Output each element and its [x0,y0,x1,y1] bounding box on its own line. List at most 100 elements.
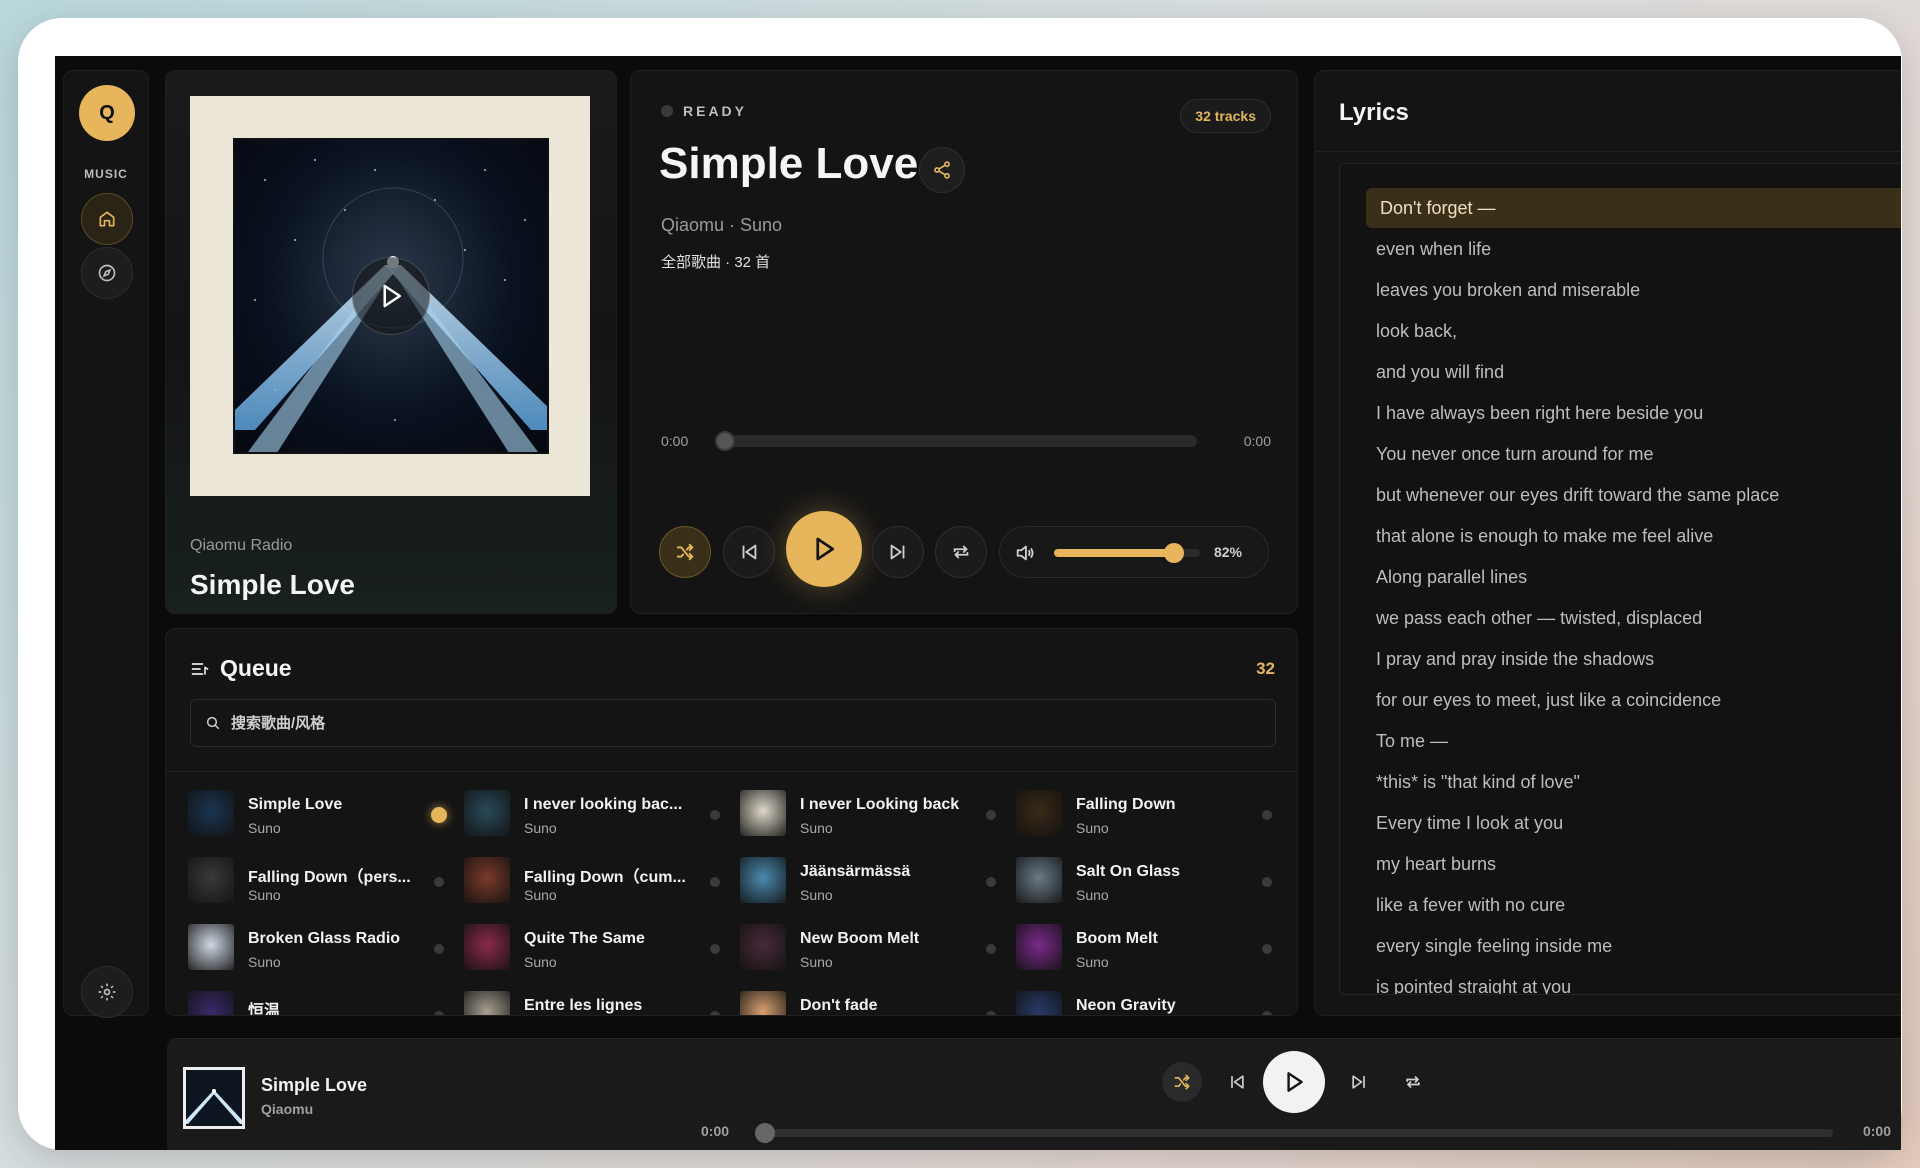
queue-item[interactable]: Falling Down Suno [1016,784,1282,840]
queue-item[interactable]: Entre les lignesSuno [464,985,730,1015]
queue-item-dot [986,944,996,954]
next-button[interactable] [872,526,924,578]
lyrics-panel: Lyrics Don't forget — even when life leave… [1314,70,1901,1016]
queue-item[interactable]: Quite The Same Suno [464,918,730,974]
compass-icon [98,264,116,282]
lyric-line[interactable]: and you will find [1376,362,1504,383]
queue-item-title: Boom Melt [1076,930,1158,947]
lyric-line[interactable]: like a fever with no cure [1376,895,1565,916]
lyric-line-active[interactable]: Don't forget — [1366,188,1901,228]
lyric-line[interactable]: You never once turn around for me [1376,444,1654,465]
queue-item[interactable]: Broken Glass Radio Suno [188,918,454,974]
mini-player-title: Simple Love [261,1075,368,1095]
lyric-line[interactable]: look back, [1376,321,1457,342]
lyric-line[interactable]: even when life [1376,239,1491,260]
queue-item-artwork [464,857,510,903]
queue-item-dot [434,1011,444,1015]
share-button[interactable] [919,147,965,193]
queue-item-artist: Suno [524,887,557,903]
lyric-line[interactable]: for our eyes to meet, just like a coinci… [1376,690,1721,711]
cover-play-button[interactable] [352,257,430,335]
mini-player-artist: Qiaomu [261,1101,314,1117]
shuffle-icon [676,543,694,561]
lyric-line[interactable]: I pray and pray inside the shadows [1376,649,1654,670]
queue-item[interactable]: New Boom Melt Suno [740,918,1006,974]
lyric-line[interactable]: we pass each other — twisted, displaced [1376,608,1702,629]
volume-percent: 82% [1213,544,1242,560]
status-dot [661,105,673,117]
search-input[interactable] [231,714,1131,732]
lyric-line[interactable]: is pointed straight at you [1376,977,1571,994]
lyric-line[interactable]: every single feeling inside me [1376,936,1612,957]
queue-item[interactable]: I never Looking back Suno [740,784,1006,840]
lyric-line[interactable]: I have always been right here beside you [1376,403,1703,424]
queue-item[interactable]: I never looking bac... Suno [464,784,730,840]
settings-button[interactable] [81,966,133,1018]
queue-item[interactable]: Boom Melt Suno [1016,918,1282,974]
volume-knob[interactable] [1164,543,1184,563]
volume-icon[interactable] [1014,542,1036,564]
queue-item-title: Simple Love [248,796,343,813]
mini-next-button[interactable] [1339,1062,1379,1102]
queue-item-dot [434,944,444,954]
queue-divider [166,771,1297,772]
play-icon [1287,1072,1303,1092]
queue-item-artwork [188,857,234,903]
queue-item-artwork [1016,857,1062,903]
lyric-line[interactable]: To me — [1376,731,1448,752]
mini-player-artwork[interactable] [183,1067,245,1129]
gear-icon [98,983,116,1001]
now-playing-cover-panel: Qiaomu Radio Simple Love [165,70,617,614]
lyric-line[interactable]: but whenever our eyes drift toward the s… [1376,485,1779,506]
shuffle-button[interactable] [659,526,711,578]
mini-shuffle-button[interactable] [1162,1062,1202,1102]
nav-home-button[interactable] [81,193,133,245]
queue-item[interactable]: 恒温Suno [188,985,454,1016]
queue-item-artist: Suno [248,954,281,970]
queue-item[interactable]: Don't fadeSuno [740,985,1006,1015]
repeat-icon [1406,1076,1420,1088]
progress-knob[interactable] [715,431,735,451]
queue-item-title: I never looking bac... [524,796,683,813]
lyric-line[interactable]: that alone is enough to make me feel ali… [1376,526,1713,547]
queue-item-title: Entre les lignes [524,997,643,1014]
lyric-line[interactable]: *this* is "that kind of love" [1376,772,1580,793]
queue-item-title: New Boom Melt [800,930,920,947]
mini-play-button[interactable] [1263,1051,1325,1113]
queue-item-title: 恒温 [248,1003,281,1016]
play-button[interactable] [786,511,862,587]
queue-item-artwork [1016,924,1062,970]
logo-label: MUSIC [84,167,128,181]
time-current: 0:00 [661,433,689,449]
queue-item[interactable]: Simple Love Suno [188,784,454,840]
track-artist: Qiaomu · Suno [661,215,783,235]
app-logo[interactable]: Q [79,85,135,141]
queue-item-artwork [1016,991,1062,1015]
queue-item[interactable]: Neon GravitySuno [1016,985,1282,1015]
mini-repeat-button[interactable] [1393,1062,1433,1102]
mini-previous-button[interactable] [1217,1062,1257,1102]
progress-bar[interactable] [725,435,1197,447]
lyric-line[interactable]: my heart burns [1376,854,1496,875]
previous-button[interactable] [723,526,775,578]
play-icon [383,284,401,308]
lyric-line[interactable]: Every time I look at you [1376,813,1563,834]
queue-item[interactable]: Falling Down（cum... Suno [464,851,730,907]
queue-item-artist: Suno [248,820,281,836]
queue-item[interactable]: Falling Down（pers... Suno [188,851,454,907]
queue-item[interactable]: Jäänsärmässä Suno [740,851,1006,907]
lyrics-list[interactable]: Don't forget — even when life leaves you b… [1339,163,1901,995]
lyric-line[interactable]: Along parallel lines [1376,567,1527,588]
skip-previous-icon [1231,1075,1244,1089]
queue-item[interactable]: Salt On Glass Suno [1016,851,1282,907]
repeat-button[interactable] [935,526,987,578]
lyric-line[interactable]: leaves you broken and miserable [1376,280,1640,301]
queue-search[interactable] [190,699,1276,747]
mini-time-current: 0:00 [701,1123,730,1139]
nav-explore-button[interactable] [81,247,133,299]
mini-progress-bar[interactable] [763,1129,1833,1137]
album-cover [190,96,590,496]
now-playing-indicator [431,807,447,823]
mini-progress-knob[interactable] [755,1123,775,1143]
play-icon [816,537,835,561]
